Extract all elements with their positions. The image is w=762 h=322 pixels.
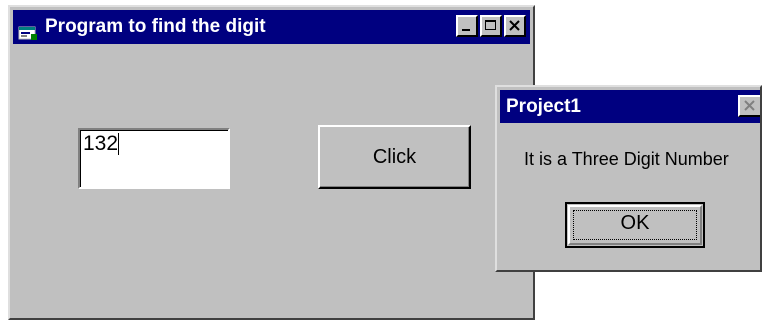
close-icon — [509, 20, 520, 31]
message-box: Project1 It is a Three Digit Number OK — [495, 85, 762, 272]
maximize-icon — [485, 20, 496, 30]
ok-button[interactable]: OK — [565, 202, 705, 248]
app-form-icon[interactable] — [18, 19, 38, 40]
minimize-button[interactable] — [456, 15, 478, 37]
main-titlebar[interactable]: Program to find the digit — [13, 10, 530, 44]
main-window: Program to find the digit 132 Click — [8, 5, 535, 320]
close-icon — [744, 100, 755, 111]
number-input-value: 132 — [83, 132, 119, 155]
click-button[interactable]: Click — [318, 125, 471, 189]
maximize-button[interactable] — [480, 15, 502, 37]
text-caret — [118, 133, 120, 155]
ok-label: OK — [620, 212, 650, 234]
minimize-icon — [462, 29, 470, 31]
message-box-close-button[interactable] — [738, 95, 760, 117]
number-input[interactable]: 132 — [78, 128, 230, 189]
close-button[interactable] — [504, 15, 526, 37]
message-box-titlebar[interactable]: Project1 — [500, 90, 760, 123]
message-box-title: Project1 — [506, 96, 581, 117]
window-title: Program to find the digit — [45, 16, 266, 37]
message-text: It is a Three Digit Number — [524, 149, 729, 169]
